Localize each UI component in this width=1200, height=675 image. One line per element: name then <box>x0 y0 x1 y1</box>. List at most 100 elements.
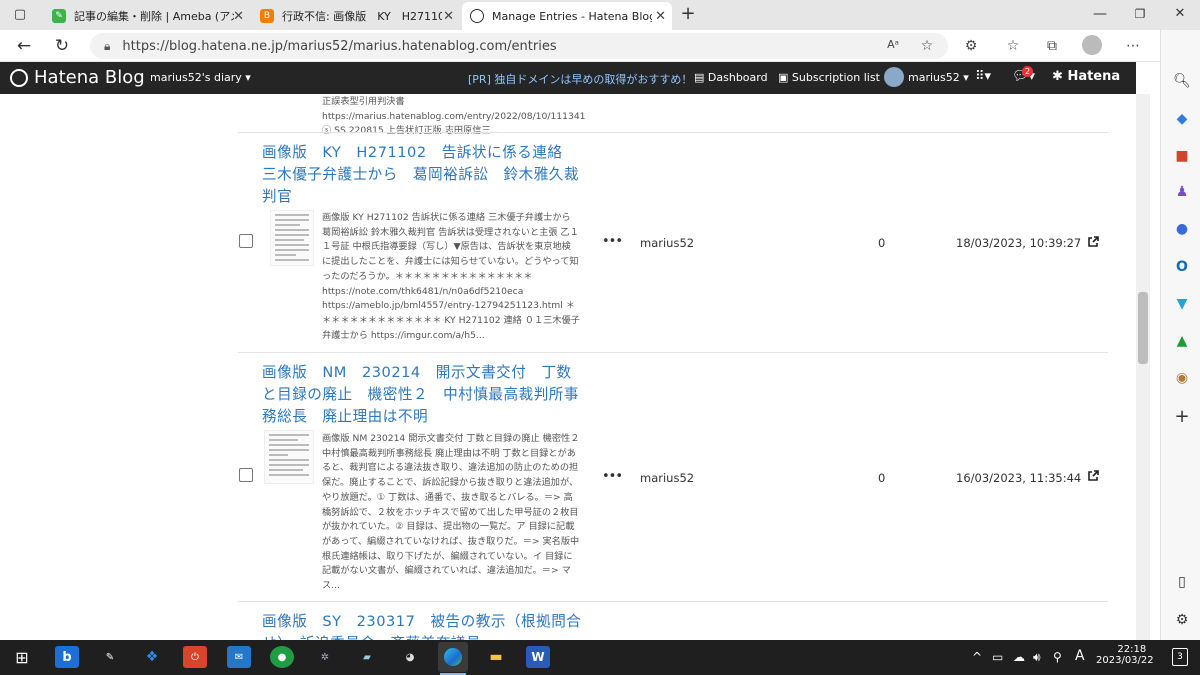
browser-tab-active[interactable]: Manage Entries - Hatena Blog ✕ <box>462 2 672 30</box>
close-window-icon[interactable]: ✕ <box>1170 4 1190 24</box>
blogger-favicon-icon: B <box>260 9 274 23</box>
user-avatar <box>884 67 904 87</box>
notes-app-icon[interactable]: ▰ <box>355 646 379 668</box>
pen-app-icon[interactable]: ✎ <box>98 646 122 668</box>
tab-title: 記事の編集・削除 | Ameba (アメ... <box>74 10 234 23</box>
entry-title-link[interactable]: 画像版 SY 230317 被告の教示（根拠問合せ） 訴追委員会 斉藤美奈議員 <box>262 611 582 640</box>
windows-start-icon[interactable]: ⊞ <box>10 646 34 668</box>
hatena-favicon-icon <box>470 9 484 23</box>
utility-app-icon[interactable]: ✲ <box>313 646 337 668</box>
user-menu[interactable]: marius52 ▾ <box>884 67 969 87</box>
address-bar-row: ← ↻ 🔒︎ https://blog.hatena.ne.jp/marius5… <box>0 30 1200 62</box>
entry-thumbnail[interactable] <box>264 430 314 484</box>
read-aloud-icon[interactable]: Aᵃ <box>884 38 902 51</box>
row-divider <box>238 132 1108 133</box>
hatena-blog-logo[interactable]: Hatena Blog <box>10 67 145 88</box>
shopping-tag-icon[interactable]: ◆ <box>1173 110 1191 128</box>
tray-overflow-icon[interactable]: ^ <box>972 650 982 664</box>
minimize-icon[interactable]: — <box>1090 4 1110 24</box>
more-menu-icon[interactable]: ⋯ <box>1124 38 1142 54</box>
promo-link[interactable]: [PR] 独自ドメインは早めの取得がおすすめ！ <box>468 71 692 87</box>
dashboard-link[interactable]: ▤ Dashboard <box>694 71 768 84</box>
collections-icon[interactable]: ⧉ <box>1043 38 1061 54</box>
new-tab-icon[interactable]: + <box>678 4 698 24</box>
entry-bookmark-count: 0 <box>878 471 886 485</box>
extensions-icon[interactable]: ⚙ <box>962 38 980 54</box>
close-tab-icon[interactable]: ✕ <box>655 9 666 24</box>
hatena-header: Hatena Blog marius52's diary ▾ [PR] 独自ドメ… <box>0 62 1136 94</box>
entry-checkbox[interactable] <box>239 468 253 482</box>
page-scrollbar[interactable] <box>1136 94 1150 640</box>
notification-badge: 2 <box>1022 66 1033 77</box>
microsoft365-icon[interactable]: ● <box>1173 220 1191 238</box>
entry-snippet: 画像版 NM 230214 開示文書交付 丁数と目録の廃止 機密性２ 中村慎最高… <box>322 433 580 592</box>
tab-title: Manage Entries - Hatena Blog <box>492 9 652 23</box>
entry-date: 18/03/2023, 10:39:27 <box>956 236 1082 250</box>
row-divider <box>238 601 1108 602</box>
apps-grid-icon[interactable]: ⠿▾ <box>975 69 991 84</box>
tab-title: 行政不信: 画像版 KY H27110... <box>282 10 442 23</box>
settings-gear-icon[interactable]: ⚙ <box>1173 611 1191 629</box>
hatena-star-icon: ✱ <box>1052 69 1063 84</box>
dropbox-icon[interactable]: ❖ <box>140 646 164 668</box>
entry-checkbox[interactable] <box>239 234 253 248</box>
close-tab-icon[interactable]: ✕ <box>443 9 454 24</box>
drop-icon[interactable]: ▼ <box>1173 295 1191 313</box>
blog-selector[interactable]: marius52's diary ▾ <box>150 71 251 84</box>
clock[interactable]: 22:18 2023/03/22 <box>1096 644 1154 666</box>
clock-time: 22:18 <box>1117 644 1147 655</box>
edge-sidebar: 🔍︎ ◆ ■ ♟ ● O ▼ ▲ ◉ + ▯ ⚙ <box>1160 30 1200 640</box>
subscription-icon: ▣ <box>778 71 789 84</box>
notification-center-icon[interactable]: 3 <box>1172 648 1188 666</box>
profile-avatar-icon[interactable] <box>1082 35 1102 55</box>
add-favorite-icon[interactable]: ☆ <box>918 38 936 54</box>
favorites-icon[interactable]: ☆ <box>1004 38 1022 54</box>
volume-icon[interactable]: 🔊︎ <box>1033 650 1041 665</box>
network-icon[interactable]: ⚲ <box>1053 650 1062 664</box>
browser-tab[interactable]: ✎ 記事の編集・削除 | Ameba (アメ... ✕ <box>44 2 250 30</box>
file-explorer-icon[interactable]: ▬ <box>484 646 508 668</box>
cookie-icon[interactable]: ◉ <box>1173 369 1191 387</box>
ameba-favicon-icon: ✎ <box>52 9 66 23</box>
external-link-icon[interactable] <box>1087 470 1099 482</box>
edge-browser-icon[interactable] <box>438 642 468 672</box>
lock-icon: 🔒︎ <box>104 38 111 53</box>
refresh-icon[interactable]: ↻ <box>52 36 72 56</box>
close-tab-icon[interactable]: ✕ <box>233 9 244 24</box>
tools-icon[interactable]: ■ <box>1173 147 1191 165</box>
chat-app-icon[interactable]: ● <box>270 646 294 668</box>
browser-tab[interactable]: B 行政不信: 画像版 KY H27110... ✕ <box>252 2 460 30</box>
ime-indicator[interactable]: A <box>1075 648 1085 664</box>
url-text: https://blog.hatena.ne.jp/marius52/mariu… <box>122 38 557 54</box>
tree-icon[interactable]: ▲ <box>1173 332 1191 350</box>
entry-thumbnail[interactable] <box>270 210 314 266</box>
tab-actions-icon[interactable]: ▢ <box>10 5 30 25</box>
entry-title-link[interactable]: 画像版 KY H271102 告訴状に係る連絡 三木優子弁護士から 葛岡裕訴訟 … <box>262 142 582 208</box>
entry-title-link[interactable]: 画像版 NM 230214 開示文書交付 丁数と目録の廃止 機密性２ 中村慎最高… <box>262 362 582 428</box>
row-divider <box>238 352 1108 353</box>
mail-icon[interactable]: ✉ <box>227 646 251 668</box>
url-field[interactable]: 🔒︎ https://blog.hatena.ne.jp/marius52/ma… <box>90 33 948 59</box>
scrollbar-thumb[interactable] <box>1138 292 1148 364</box>
sidebar-layout-icon[interactable]: ▯ <box>1173 573 1191 591</box>
clock-date: 2023/03/22 <box>1096 655 1154 666</box>
subscription-link[interactable]: ▣ Subscription list <box>778 71 880 84</box>
games-icon[interactable]: ♟ <box>1173 183 1191 201</box>
power-app-icon[interactable]: ⏻ <box>183 646 207 668</box>
windows-taskbar: ⊞ b ✎ ❖ ⏻ ✉ ● ✲ ▰ ◕ ▬ W ^ ▭ ☁ 🔊︎ ⚲ A 22:… <box>0 640 1200 675</box>
dashboard-icon: ▤ <box>694 71 705 84</box>
outlook-icon[interactable]: O <box>1173 258 1191 276</box>
word-icon[interactable]: W <box>526 646 550 668</box>
onedrive-icon[interactable]: ☁ <box>1013 650 1025 664</box>
bing-app-icon[interactable]: b <box>55 646 79 668</box>
search-icon[interactable]: 🔍︎ <box>1173 72 1191 90</box>
add-sidebar-icon[interactable]: + <box>1173 408 1191 426</box>
external-link-icon[interactable] <box>1087 236 1099 248</box>
battery-icon[interactable]: ▭ <box>992 650 1003 664</box>
hatena-home-link[interactable]: ✱ Hatena <box>1052 69 1120 84</box>
entry-more-menu-icon[interactable]: ••• <box>602 469 623 484</box>
entry-more-menu-icon[interactable]: ••• <box>602 234 623 249</box>
restore-icon[interactable]: ❐ <box>1130 4 1150 24</box>
paint-app-icon[interactable]: ◕ <box>398 646 422 668</box>
back-icon[interactable]: ← <box>14 36 34 56</box>
